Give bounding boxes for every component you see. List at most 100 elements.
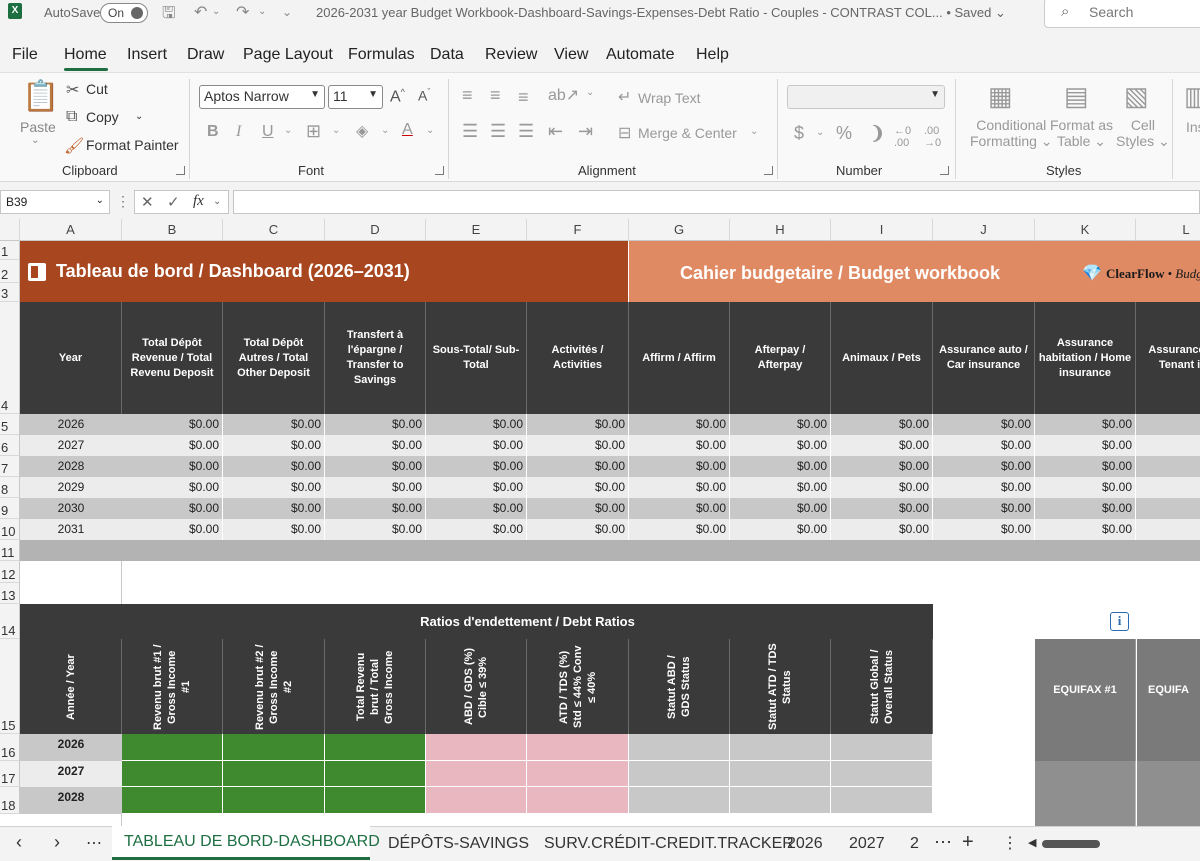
scroll-left-icon[interactable]: ‹ [16, 832, 22, 853]
ratio-cell[interactable] [122, 787, 223, 814]
amount-cell[interactable]: $0.00 [1035, 519, 1136, 540]
ratio-cell[interactable] [325, 787, 426, 814]
format-as-table-icon[interactable]: ▤ [1064, 81, 1089, 112]
font-color-icon[interactable]: A [402, 121, 413, 139]
row-header[interactable]: 11 [0, 540, 20, 561]
column-header[interactable]: F [527, 219, 629, 241]
amount-cell[interactable]: $0.00 [730, 477, 831, 498]
borders-icon[interactable]: ⊞ [306, 121, 321, 142]
ratio-cell[interactable] [629, 787, 730, 814]
amount-cell[interactable]: $0.00 [223, 477, 325, 498]
ratio-cell[interactable] [831, 734, 933, 761]
amount-cell[interactable]: $0.00 [629, 456, 730, 477]
ratio-cell[interactable] [527, 787, 629, 814]
worksheet-grid[interactable]: A B C D E F G H I J K L 1 2 3 4 5 6 7 8 9 10 11 12 13 14 15 16 17 18 T… [0, 219, 1200, 826]
paste-icon[interactable]: 📋 [22, 79, 59, 114]
row-header[interactable]: 3 [0, 283, 20, 302]
decrease-indent-icon[interactable]: ⇤ [548, 121, 563, 142]
merge-center-icon[interactable]: ⊟ [618, 123, 631, 143]
orientation-dropdown-icon[interactable]: ⌄ [586, 87, 594, 98]
column-header[interactable]: J [933, 219, 1035, 241]
sheet-tab-2027[interactable]: 2027 [849, 835, 885, 853]
select-all-corner[interactable] [0, 219, 20, 241]
amount-cell[interactable]: $0.00 [629, 519, 730, 540]
amount-cell[interactable]: $0.00 [831, 414, 933, 435]
align-center-icon[interactable]: ☰ [490, 121, 506, 142]
fill-color-dropdown-icon[interactable]: ⌄ [381, 125, 389, 136]
ratio-cell[interactable] [629, 761, 730, 787]
column-header[interactable]: G [629, 219, 730, 241]
ratio-cell[interactable] [223, 734, 325, 761]
ratio-cell[interactable] [122, 734, 223, 761]
fill-color-icon[interactable]: ◈ [356, 121, 368, 141]
insert-cells-icon[interactable]: ▥ [1184, 81, 1200, 112]
amount-cell[interactable]: $0.00 [122, 498, 223, 519]
amount-cell[interactable]: $0.00 [325, 435, 426, 456]
copy-dropdown-icon[interactable]: ⌄ [135, 111, 143, 122]
increase-decimal-icon[interactable]: ←0.00 [894, 125, 911, 149]
ratio-cell[interactable] [629, 734, 730, 761]
amount-cell[interactable]: $0.00 [223, 519, 325, 540]
more-sheets-icon[interactable]: ⋯ [934, 832, 952, 853]
amount-cell[interactable]: $0.00 [831, 477, 933, 498]
amount-cell[interactable] [1136, 519, 1200, 540]
align-right-icon[interactable]: ☰ [518, 121, 534, 142]
amount-cell[interactable] [1136, 477, 1200, 498]
more-options-icon[interactable]: ⋮ [116, 193, 130, 210]
add-sheet-button[interactable]: + [962, 831, 974, 854]
scroll-right-icon[interactable]: › [54, 832, 60, 853]
row-header[interactable]: 13 [0, 583, 20, 604]
ratio-cell[interactable] [831, 761, 933, 787]
clipboard-launcher-icon[interactable] [176, 166, 185, 175]
column-header[interactable]: A [20, 219, 122, 241]
sheet-tab-partial[interactable]: 2 [910, 835, 919, 853]
info-icon[interactable]: i [1110, 612, 1129, 631]
tab-insert[interactable]: Insert [127, 46, 167, 64]
tab-review[interactable]: Review [485, 46, 537, 64]
search-box[interactable]: ⌕ Search [1044, 0, 1200, 28]
amount-cell[interactable]: $0.00 [933, 435, 1035, 456]
amount-cell[interactable]: $0.00 [223, 498, 325, 519]
font-name-select[interactable]: Aptos Narrow ▼ [199, 85, 325, 109]
ratio-cell[interactable] [730, 734, 831, 761]
amount-cell[interactable]: $0.00 [831, 456, 933, 477]
save-icon[interactable]: 🖫 [162, 2, 176, 29]
amount-cell[interactable] [1136, 435, 1200, 456]
conditional-formatting-icon[interactable]: ▦ [988, 81, 1013, 112]
column-header[interactable]: E [426, 219, 527, 241]
row-header[interactable]: 4 [0, 302, 20, 414]
increase-font-size-icon[interactable]: A^ [390, 87, 405, 106]
enter-icon[interactable]: ✓ [167, 193, 180, 211]
comma-button[interactable]: ❩ [870, 123, 885, 144]
format-as-table-button[interactable]: Format as Table ⌄ [1050, 117, 1113, 150]
currency-button[interactable]: $ [794, 123, 804, 144]
column-header[interactable]: L [1136, 219, 1200, 241]
tab-draw[interactable]: Draw [187, 46, 224, 64]
amount-cell[interactable]: $0.00 [122, 435, 223, 456]
row-header[interactable]: 16 [0, 734, 20, 761]
ratio-cell[interactable] [426, 761, 527, 787]
amount-cell[interactable]: $0.00 [426, 477, 527, 498]
column-header[interactable]: I [831, 219, 933, 241]
column-header[interactable]: H [730, 219, 831, 241]
amount-cell[interactable]: $0.00 [122, 414, 223, 435]
amount-cell[interactable]: $0.00 [730, 456, 831, 477]
decrease-decimal-icon[interactable]: .00 →0 [924, 125, 941, 149]
column-header[interactable]: D [325, 219, 426, 241]
alignment-launcher-icon[interactable] [764, 166, 773, 175]
row-header[interactable]: 10 [0, 519, 20, 540]
amount-cell[interactable] [1136, 414, 1200, 435]
paste-button[interactable]: Paste [20, 119, 56, 135]
tab-view[interactable]: View [554, 46, 588, 64]
amount-cell[interactable]: $0.00 [629, 477, 730, 498]
cut-icon[interactable]: ✂ [66, 80, 79, 100]
ratio-cell[interactable] [527, 761, 629, 787]
row-header[interactable]: 15 [0, 639, 20, 734]
amount-cell[interactable]: $0.00 [325, 456, 426, 477]
amount-cell[interactable]: $0.00 [325, 498, 426, 519]
align-top-icon[interactable]: ≡ [462, 85, 473, 106]
number-launcher-icon[interactable] [940, 166, 949, 175]
amount-cell[interactable]: $0.00 [933, 519, 1035, 540]
amount-cell[interactable]: $0.00 [325, 477, 426, 498]
horizontal-scrollbar[interactable] [1042, 840, 1100, 848]
